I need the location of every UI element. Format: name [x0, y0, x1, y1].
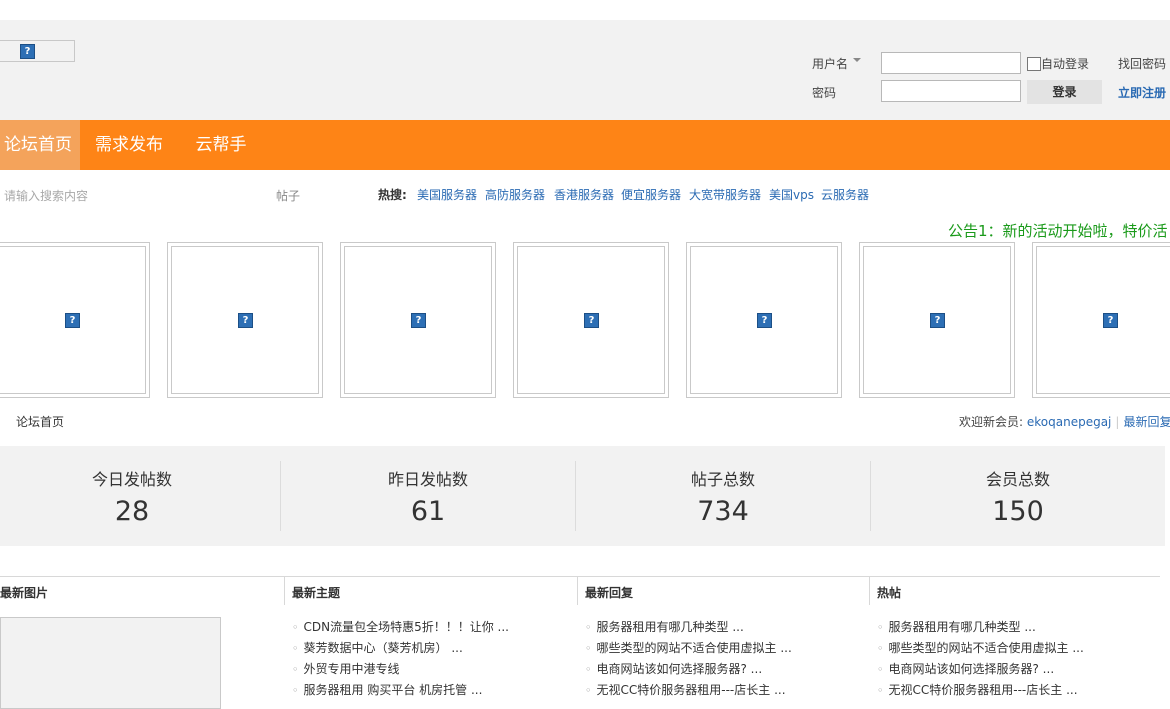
password-input[interactable]	[881, 80, 1021, 102]
list-item[interactable]: 电商网站该如何选择服务器? ...	[585, 659, 792, 680]
list-item[interactable]: 服务器租用有哪几种类型 ...	[877, 617, 1084, 638]
stat-title: 昨日发帖数	[387, 470, 468, 489]
column-divider	[284, 577, 285, 605]
site-logo[interactable]	[0, 40, 75, 62]
breadcrumb[interactable]: 论坛首页	[16, 413, 64, 430]
list-item[interactable]: 哪些类型的网站不适合使用虚拟主 ...	[877, 638, 1084, 659]
broken-image-icon: ?	[65, 313, 80, 328]
find-password-link[interactable]: 找回密码	[1118, 55, 1166, 72]
broken-image-icon: ?	[411, 313, 426, 328]
list-item[interactable]: 葵芳数据中心（葵芳机房） ...	[292, 638, 509, 659]
broken-image-icon: ?	[757, 313, 772, 328]
announcement-ticker[interactable]: 公告1：新的活动开始啦，特价活	[948, 220, 1168, 241]
section-divider	[0, 576, 1160, 577]
latest-reply-link[interactable]: 最新回复	[1123, 415, 1170, 429]
latest-topics-list: CDN流量包全场特惠5折！！！让你 ... 葵芳数据中心（葵芳机房） ... 外…	[292, 617, 510, 701]
column-divider	[869, 577, 870, 605]
banner-image[interactable]: ?	[340, 242, 496, 398]
broken-image-icon: ?	[1103, 313, 1118, 328]
list-item[interactable]: 外贸专用中港专线	[292, 659, 509, 680]
banner-image[interactable]: ?	[167, 242, 323, 398]
stat-title: 会员总数	[985, 470, 1050, 489]
nav-item-post-request[interactable]: 需求发布	[80, 120, 178, 170]
banner-image[interactable]: ?	[686, 242, 842, 398]
stat-value: 734	[697, 496, 749, 527]
column-divider	[577, 577, 578, 605]
section-title-latest-images: 最新图片	[0, 586, 49, 600]
banner-image[interactable]: ?	[0, 242, 150, 398]
hot-search-label: 热搜:	[378, 188, 407, 202]
register-link[interactable]: 立即注册	[1118, 84, 1166, 101]
login-button[interactable]: 登录	[1027, 80, 1102, 104]
list-item[interactable]: 哪些类型的网站不适合使用虚拟主 ...	[585, 638, 792, 659]
username-label: 用户名	[812, 57, 849, 71]
welcome-label: 欢迎新会员:	[959, 415, 1024, 429]
stat-total-members: 会员总数 150	[871, 446, 1165, 546]
stat-title: 帖子总数	[690, 470, 755, 489]
search-type-select[interactable]: 帖子	[276, 187, 300, 204]
nav-item-cloud-helper[interactable]: 云帮手	[178, 120, 264, 170]
username-input[interactable]	[881, 52, 1021, 74]
hot-search-link[interactable]: 云服务器	[821, 186, 869, 203]
hot-search-link[interactable]: 美国vps	[769, 186, 814, 203]
stat-title: 今日发帖数	[91, 470, 172, 489]
auto-login-checkbox[interactable]	[1027, 57, 1041, 71]
new-member-link[interactable]: ekoqanepegaj	[1027, 415, 1112, 429]
auto-login-label[interactable]: 自动登录	[1041, 55, 1089, 72]
hot-search-link[interactable]: 高防服务器	[485, 186, 545, 203]
broken-image-icon: ?	[930, 313, 945, 328]
latest-image-thumbnail[interactable]	[0, 617, 221, 709]
welcome-bar: 欢迎新会员: ekoqanepegaj | 最新回复	[959, 415, 1170, 429]
hot-search-link[interactable]: 大宽带服务器	[689, 186, 761, 203]
chevron-down-icon[interactable]	[853, 58, 861, 62]
stat-value: 150	[992, 496, 1044, 527]
stat-yesterday-posts: 昨日发帖数 61	[281, 446, 575, 546]
stat-value: 28	[114, 496, 150, 527]
banner-image[interactable]: ?	[513, 242, 669, 398]
hot-posts-list: 服务器租用有哪几种类型 ... 哪些类型的网站不适合使用虚拟主 ... 电商网站…	[877, 617, 1084, 701]
banner-image[interactable]: ?	[1032, 242, 1170, 398]
stat-today-posts: 今日发帖数 28	[0, 446, 279, 546]
list-item[interactable]: 无视CC特价服务器租用---店长主 ...	[585, 680, 792, 701]
list-item[interactable]: 电商网站该如何选择服务器? ...	[877, 659, 1084, 680]
hot-search-link[interactable]: 香港服务器	[554, 186, 614, 203]
password-label: 密码	[812, 86, 837, 100]
stat-total-posts: 帖子总数 734	[576, 446, 870, 546]
hot-search-link[interactable]: 美国服务器	[417, 186, 477, 203]
section-title-latest-topics: 最新主题	[292, 586, 341, 600]
broken-image-icon: ?	[584, 313, 599, 328]
nav-item-forum-home[interactable]: 论坛首页	[0, 120, 80, 170]
broken-image-icon: ?	[238, 313, 253, 328]
search-input[interactable]: 请输入搜索内容	[4, 187, 88, 204]
list-item[interactable]: 无视CC特价服务器租用---店长主 ...	[877, 680, 1084, 701]
stat-value: 61	[410, 496, 446, 527]
hot-search-link[interactable]: 便宜服务器	[621, 186, 681, 203]
section-title-hot-posts: 热帖	[877, 586, 902, 600]
section-title-latest-replies: 最新回复	[585, 586, 634, 600]
list-item[interactable]: 服务器租用 购买平台 机房托管 ...	[292, 680, 509, 701]
list-item[interactable]: CDN流量包全场特惠5折！！！让你 ...	[292, 617, 510, 638]
latest-replies-list: 服务器租用有哪几种类型 ... 哪些类型的网站不适合使用虚拟主 ... 电商网站…	[585, 617, 792, 701]
list-item[interactable]: 服务器租用有哪几种类型 ...	[585, 617, 792, 638]
broken-image-icon: ?	[20, 44, 35, 59]
banner-image[interactable]: ?	[859, 242, 1015, 398]
